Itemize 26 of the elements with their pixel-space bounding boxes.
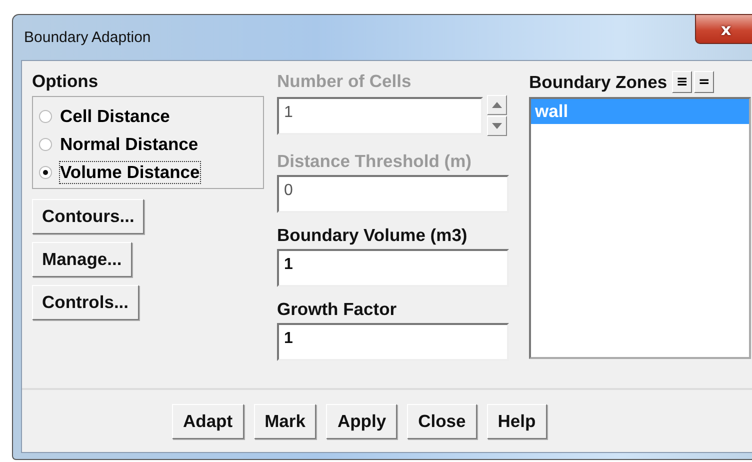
radio-icon[interactable] — [39, 110, 52, 122]
dialog-button[interactable]: Apply — [326, 404, 398, 438]
deselect-all-button[interactable]: = — [694, 71, 714, 93]
dialog-button[interactable]: Adapt — [172, 404, 244, 438]
list-title: Boundary Zones — [529, 72, 668, 92]
dialog-button[interactable]: Manage... — [32, 242, 132, 277]
field-label: Growth Factor — [277, 299, 398, 320]
radio-option[interactable]: Normal Distance — [39, 130, 263, 158]
radio-icon[interactable] — [39, 166, 52, 178]
dialog-button[interactable]: Close — [407, 404, 477, 438]
field-label: Boundary Volume (m3) — [277, 225, 468, 246]
dialog-button[interactable]: Contours... — [32, 199, 144, 234]
dialog-button[interactable]: Help — [486, 404, 547, 438]
input-field[interactable]: 1 — [277, 323, 509, 361]
select-all-button[interactable]: ≡ — [672, 71, 692, 93]
dialog-button[interactable]: Controls... — [32, 285, 139, 320]
dialog-button[interactable]: Mark — [254, 404, 316, 438]
field-label: Distance Threshold (m) — [277, 151, 472, 172]
window-close-button[interactable]: x — [695, 14, 752, 44]
window-title: Boundary Adaption — [23, 29, 151, 46]
radio-icon[interactable] — [39, 138, 52, 150]
field-label: Number of Cells — [277, 71, 412, 92]
radio-option[interactable]: Cell Distance — [39, 102, 263, 130]
group-title: Options — [32, 71, 100, 92]
radio-option[interactable]: Volume Distance — [39, 158, 263, 186]
input-field[interactable]: 1 — [277, 249, 509, 287]
